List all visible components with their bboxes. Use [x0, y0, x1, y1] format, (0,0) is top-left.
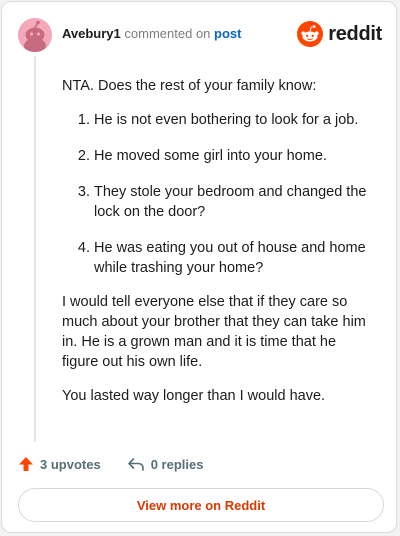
snoo-avatar-icon — [18, 18, 52, 52]
comment-card: Avebury1 commented on post reddit NTA. D… — [1, 1, 397, 533]
upvote-button[interactable]: 3 upvotes — [18, 456, 101, 472]
comment-paragraph: You lasted way longer than I would have. — [62, 388, 326, 404]
comment-header: Avebury1 commented on post — [62, 26, 241, 42]
reddit-brand[interactable]: reddit — [297, 21, 382, 47]
username[interactable]: Avebury1 — [62, 26, 121, 41]
commented-on-text: commented on — [124, 26, 211, 41]
comment-body: NTA. Does the rest of your family know: … — [62, 76, 372, 420]
view-more-button[interactable]: View more on Reddit — [18, 488, 384, 522]
avatar[interactable] — [18, 18, 52, 52]
upvote-count: 3 upvotes — [40, 456, 101, 472]
comment-list: He is not even bothering to look for a j… — [62, 110, 372, 278]
thread-line[interactable] — [34, 56, 36, 442]
list-item: He was eating you out of house and home … — [94, 238, 372, 278]
upvote-arrow-icon — [19, 457, 33, 471]
reply-button[interactable]: 0 replies — [127, 456, 204, 472]
reddit-wordmark: reddit — [328, 22, 382, 45]
list-item: He is not even bothering to look for a j… — [94, 110, 372, 130]
reddit-logo-icon — [297, 21, 324, 47]
comment-intro: NTA. Does the rest of your family know: — [62, 78, 317, 94]
list-item: He moved some girl into your home. — [94, 146, 372, 166]
post-link[interactable]: post — [214, 26, 241, 41]
view-more-label: View more on Reddit — [136, 497, 266, 513]
comment-actions: 3 upvotes 0 replies — [18, 456, 203, 472]
comment-paragraph: I would tell everyone else that if they … — [62, 294, 366, 370]
reply-count: 0 replies — [150, 456, 204, 472]
list-item: They stole your bedroom and changed the … — [94, 182, 372, 222]
reply-arrow-icon — [127, 458, 144, 471]
